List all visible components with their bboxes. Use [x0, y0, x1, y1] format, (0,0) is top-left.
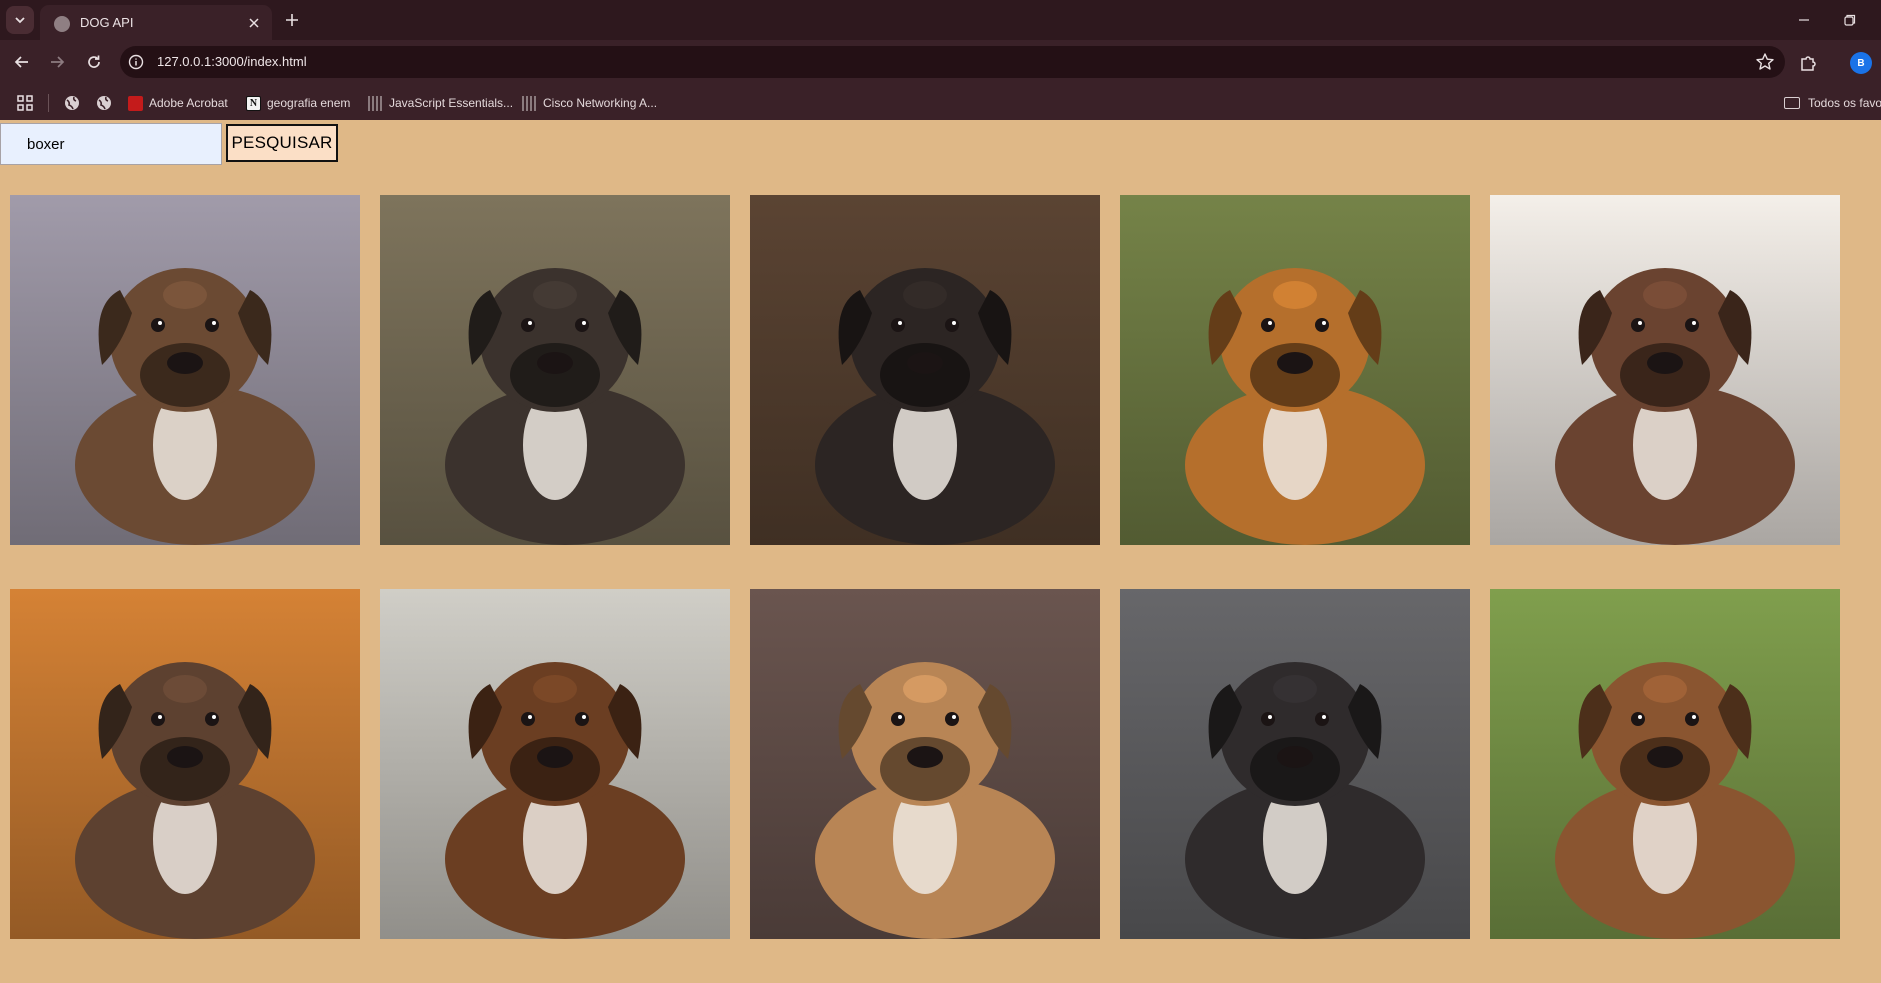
dog-photo	[1490, 589, 1840, 939]
bookmarks-divider	[48, 94, 49, 112]
reload-icon	[88, 55, 100, 68]
bookmark-label: geografia enem	[267, 96, 351, 110]
dog-photo	[380, 195, 730, 545]
tab-title: DOG API	[80, 15, 134, 30]
bookmark-grid-icon	[368, 95, 383, 111]
dog-image[interactable]	[750, 195, 1100, 545]
globe-icon[interactable]	[64, 95, 80, 111]
extensions-icon[interactable]	[1798, 52, 1820, 74]
dog-image[interactable]	[1490, 589, 1840, 939]
close-tab-button[interactable]	[244, 13, 264, 33]
bookmark-label: Adobe Acrobat	[149, 96, 228, 110]
dog-image[interactable]	[1120, 589, 1470, 939]
search-input[interactable]	[0, 123, 222, 165]
plus-icon	[286, 14, 298, 26]
toolbar: 127.0.0.1:3000/index.html B	[0, 40, 1881, 84]
dog-photo	[380, 589, 730, 939]
dog-image[interactable]	[1120, 195, 1470, 545]
dog-image[interactable]	[10, 195, 360, 545]
bookmark-adobe-acrobat[interactable]: Adobe Acrobat	[128, 93, 228, 113]
dog-photo	[1490, 195, 1840, 545]
arrow-left-icon	[14, 56, 28, 68]
minimize-button[interactable]	[1788, 5, 1820, 35]
restore-button[interactable]	[1834, 5, 1866, 35]
dog-image[interactable]	[380, 195, 730, 545]
star-icon[interactable]	[1755, 52, 1775, 72]
globe-icon[interactable]	[96, 95, 112, 111]
forward-button[interactable]	[45, 50, 69, 74]
restore-icon	[1844, 14, 1856, 26]
minimize-icon	[1799, 19, 1809, 21]
new-tab-button[interactable]	[280, 8, 304, 32]
apps-grid-icon[interactable]	[16, 94, 34, 112]
bookmark-label: Cisco Networking A...	[543, 96, 658, 110]
globe-icon	[54, 16, 70, 32]
bookmarks-bar: Adobe Acrobat N geografia enem JavaScrip…	[0, 84, 1881, 120]
arrow-right-icon	[51, 56, 65, 68]
tab-search-button[interactable]	[6, 6, 34, 34]
address-bar[interactable]: 127.0.0.1:3000/index.html	[120, 46, 1785, 78]
profile-avatar[interactable]: B	[1850, 52, 1872, 74]
dog-photo	[10, 589, 360, 939]
dog-photo	[1120, 589, 1470, 939]
dog-photo	[10, 195, 360, 545]
dog-image[interactable]	[10, 589, 360, 939]
search-button[interactable]: PESQUISAR	[226, 124, 338, 162]
url-text[interactable]: 127.0.0.1:3000/index.html	[157, 54, 307, 69]
bookmark-geografia-enem[interactable]: N geografia enem	[246, 93, 350, 113]
dog-photo	[1120, 195, 1470, 545]
dog-image[interactable]	[750, 589, 1100, 939]
dog-image[interactable]	[1490, 195, 1840, 545]
reload-button[interactable]	[82, 50, 106, 74]
all-bookmarks-label: Todos os favo	[1808, 96, 1881, 110]
active-tab[interactable]: DOG API	[40, 5, 272, 40]
folder-icon	[1784, 97, 1800, 109]
tab-strip: DOG API	[0, 0, 1881, 40]
acrobat-icon	[128, 95, 143, 111]
browser-chrome: DOG API 127.0.0.1:3000/index.html B Adob…	[0, 0, 1881, 120]
bookmark-label: JavaScript Essentials...	[389, 96, 514, 110]
dog-photo	[750, 195, 1100, 545]
all-bookmarks-button[interactable]: Todos os favo	[1784, 93, 1881, 113]
close-icon	[249, 18, 259, 28]
chevron-down-icon	[15, 17, 25, 24]
notion-icon: N	[246, 95, 261, 111]
bookmark-cisco-networking[interactable]: Cisco Networking A...	[522, 93, 657, 113]
dog-photo	[750, 589, 1100, 939]
dog-image[interactable]	[380, 589, 730, 939]
bookmark-javascript-essentials[interactable]: JavaScript Essentials...	[368, 93, 513, 113]
back-button[interactable]	[10, 50, 34, 74]
info-icon[interactable]	[128, 54, 144, 70]
bookmark-grid-icon	[522, 95, 537, 111]
